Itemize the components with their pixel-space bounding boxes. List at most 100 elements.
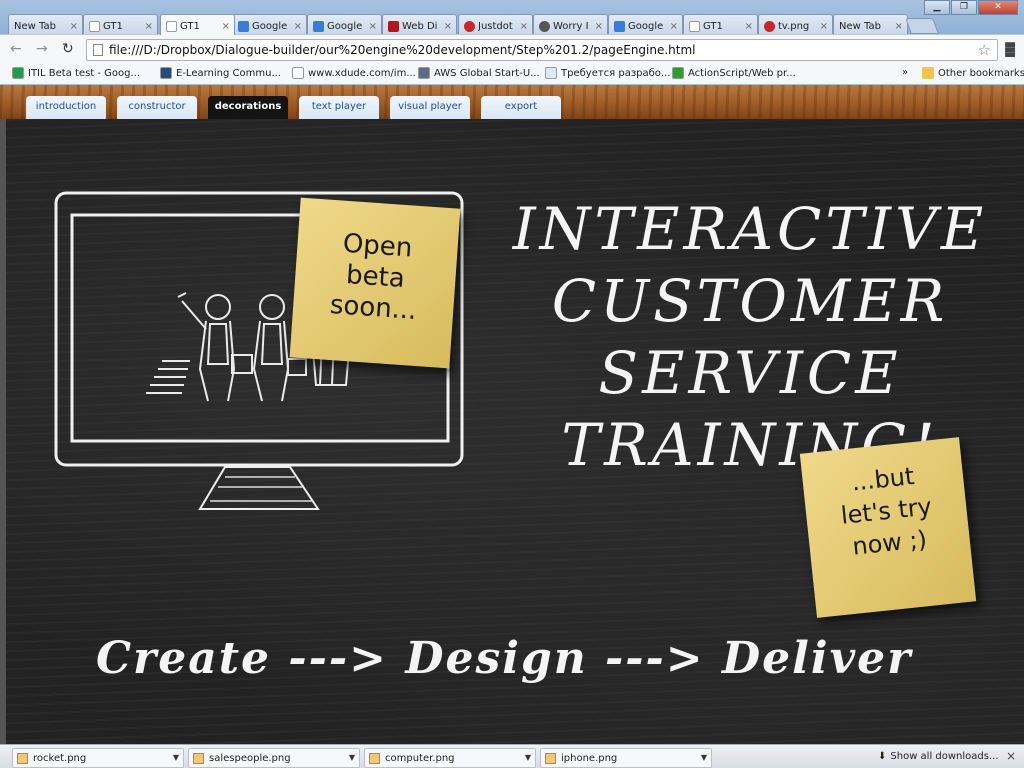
google-icon xyxy=(614,20,625,32)
headline-line: SERVICE xyxy=(598,339,902,407)
nav-tab-introduction[interactable]: introduction xyxy=(26,96,106,119)
close-tab-icon[interactable]: × xyxy=(369,21,377,32)
download-item[interactable]: rocket.png ▼ xyxy=(12,748,184,768)
download-item[interactable]: salespeople.png ▼ xyxy=(188,748,360,768)
tab-title: GT1 xyxy=(703,20,723,32)
e-icon xyxy=(160,67,172,79)
tab-title: Google xyxy=(327,20,363,32)
download-menu-icon[interactable]: ▼ xyxy=(525,753,531,762)
bookmark-star-icon[interactable]: ☆ xyxy=(978,40,991,60)
close-tab-icon[interactable]: × xyxy=(444,21,452,32)
browser-tab[interactable]: tv.png × xyxy=(758,14,833,34)
bookmarks-overflow-button[interactable]: » xyxy=(902,67,908,78)
close-tab-icon[interactable]: × xyxy=(895,21,903,32)
bookmark-label: AWS Global Start-U... xyxy=(434,67,540,79)
download-filename: salespeople.png xyxy=(209,752,291,764)
close-tab-icon[interactable]: × xyxy=(745,21,753,32)
close-tab-icon[interactable]: × xyxy=(222,21,230,32)
download-menu-icon[interactable]: ▼ xyxy=(349,753,355,762)
doc-icon xyxy=(689,20,700,32)
bookmark-label: E-Learning Commu... xyxy=(176,67,281,79)
other-bookmarks-label: Other bookmarks xyxy=(938,67,1024,79)
bookmark-item[interactable]: E-Learning Commu... xyxy=(160,67,281,79)
reload-icon[interactable]: ↻ xyxy=(62,41,74,57)
headline-line: CUSTOMER xyxy=(551,267,949,335)
nav-tab-export[interactable]: export xyxy=(481,96,561,119)
tab-title: GT1 xyxy=(180,21,200,32)
bookmark-item[interactable]: ITIL Beta test - Goog... xyxy=(12,67,140,79)
close-tab-icon[interactable]: × xyxy=(70,21,78,32)
browser-tab[interactable]: Justdot × xyxy=(458,14,533,34)
browser-tab[interactable]: Web Di × xyxy=(382,14,457,34)
bookmark-item[interactable]: www.xdude.com/im... xyxy=(292,67,416,79)
menu-icon[interactable]: ▬ ▬ ▬ xyxy=(1004,38,1016,61)
bookmark-label: ITIL Beta test - Goog... xyxy=(28,67,141,79)
close-tab-icon[interactable]: × xyxy=(670,21,678,32)
open-beta-sticky-note: Open beta soon... xyxy=(289,197,461,369)
close-tab-icon[interactable]: × xyxy=(520,21,528,32)
o-icon xyxy=(672,67,684,79)
doc-icon xyxy=(166,21,177,32)
page-icon xyxy=(545,67,557,79)
bookmark-item[interactable]: Требуется разрабо... xyxy=(545,67,670,79)
h-icon xyxy=(418,67,430,79)
close-shelf-icon[interactable]: × xyxy=(1006,749,1016,763)
tab-title: GT1 xyxy=(103,20,123,32)
red-icon xyxy=(764,20,775,32)
bookmark-item[interactable]: AWS Global Start-U... xyxy=(418,67,540,79)
bookmark-label: ActionScript/Web pr... xyxy=(688,67,796,79)
nav-tab-text-player[interactable]: text player xyxy=(299,96,379,119)
nav-tab-visual-player[interactable]: visual player xyxy=(390,96,470,119)
address-bar[interactable]: file:///D:/Dropbox/Dialogue-builder/our%… xyxy=(86,39,998,61)
maximize-button[interactable]: ❐ xyxy=(951,0,977,15)
tab-title: Google xyxy=(628,20,664,32)
sheets-icon xyxy=(12,67,24,79)
close-window-button[interactable]: ✕ xyxy=(978,0,1018,15)
download-menu-icon[interactable]: ▼ xyxy=(701,753,707,762)
tab-title: New Tab xyxy=(839,20,881,32)
bookmark-item[interactable]: ActionScript/Web pr... xyxy=(672,67,796,79)
page-icon xyxy=(292,67,304,79)
folder-icon xyxy=(922,67,934,79)
browser-toolbar: ← → ↻ file:///D:/Dropbox/Dialogue-builde… xyxy=(0,34,1024,64)
close-tab-icon[interactable]: × xyxy=(145,21,153,32)
download-menu-icon[interactable]: ▼ xyxy=(173,753,179,762)
google-icon xyxy=(238,20,249,32)
browser-tab[interactable]: New Tab × xyxy=(833,14,908,34)
try-now-sticky-note: ...but let's try now ;) xyxy=(799,437,977,618)
download-item[interactable]: iphone.png ▼ xyxy=(540,748,712,768)
other-bookmarks-folder[interactable]: Other bookmarks xyxy=(922,67,1024,79)
browser-tab[interactable]: Worry I × xyxy=(533,14,608,34)
download-arrow-icon: ⬇ xyxy=(878,751,887,762)
browser-tab[interactable]: Google × xyxy=(307,14,382,34)
page-icon xyxy=(93,44,103,56)
browser-tab[interactable]: GT1 × xyxy=(83,14,158,34)
browser-tab[interactable]: Google × xyxy=(608,14,683,34)
browser-tab[interactable]: Google × xyxy=(232,14,307,34)
pdf-icon xyxy=(388,20,399,32)
new-tab-button[interactable] xyxy=(905,18,939,34)
nav-tab-constructor[interactable]: constructor xyxy=(117,96,197,119)
show-all-label: Show all downloads... xyxy=(890,751,999,762)
close-tab-icon[interactable]: × xyxy=(595,21,603,32)
nav-tab-decorations[interactable]: decorations xyxy=(208,96,288,119)
url-text: file:///D:/Dropbox/Dialogue-builder/our%… xyxy=(109,43,696,57)
back-icon[interactable]: ← xyxy=(10,41,22,57)
browser-tab[interactable]: New Tab × xyxy=(8,14,83,34)
download-filename: computer.png xyxy=(385,752,455,764)
close-tab-icon[interactable]: × xyxy=(294,21,302,32)
show-all-downloads-link[interactable]: ⬇ Show all downloads... xyxy=(878,751,999,762)
download-item[interactable]: computer.png ▼ xyxy=(364,748,536,768)
close-tab-icon[interactable]: × xyxy=(820,21,828,32)
tab-title: Google xyxy=(252,20,288,32)
forward-icon[interactable]: → xyxy=(36,41,48,57)
browser-tab[interactable]: GT1 × xyxy=(683,14,758,34)
image-file-icon xyxy=(193,753,204,764)
bookmarks-bar: ITIL Beta test - Goog... E-Learning Commu… xyxy=(0,64,1024,85)
minimize-button[interactable]: ▁ xyxy=(924,0,950,15)
image-file-icon xyxy=(545,753,556,764)
tagline: Create ---> Design ---> Deliver xyxy=(96,633,913,684)
browser-tab[interactable]: GT1 × xyxy=(160,14,235,35)
tab-title: Web Di xyxy=(402,20,438,32)
headline-line: INTERACTIVE xyxy=(512,195,988,263)
